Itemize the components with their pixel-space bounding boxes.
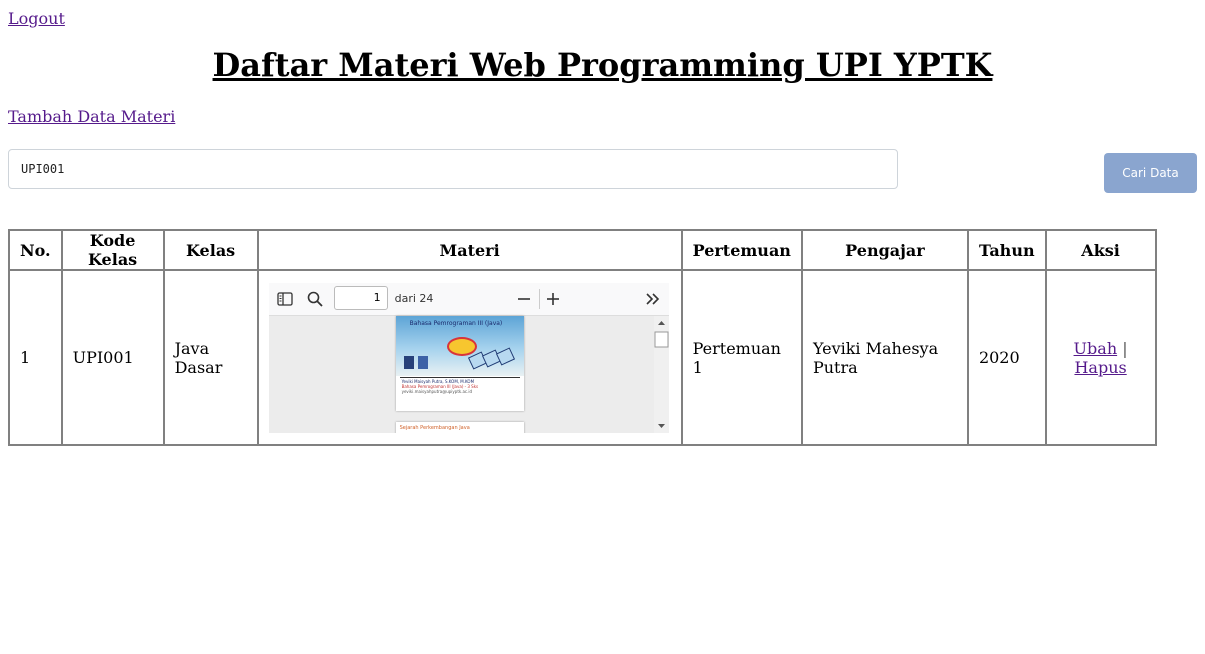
page-number-input[interactable]: 1: [333, 285, 388, 310]
header-no: No.: [9, 230, 62, 270]
computer-icon: [417, 355, 428, 369]
logout-link[interactable]: Logout: [8, 9, 65, 28]
header-kelas: Kelas: [163, 230, 258, 270]
cell-materi: 1 dari 24 Bahasa Pemrograman III (Java) …: [257, 270, 682, 445]
search-button[interactable]: Cari Data: [1104, 153, 1197, 193]
computer-icon: [403, 355, 414, 369]
cell-tahun: 2020: [967, 270, 1046, 445]
materi-table: No. Kode Kelas Kelas Materi Pertemuan Pe…: [8, 229, 1157, 446]
header-aksi: Aksi: [1045, 230, 1156, 270]
header-tahun: Tahun: [967, 230, 1046, 270]
delete-link[interactable]: Hapus: [1074, 358, 1126, 377]
scroll-thumb: [654, 331, 669, 347]
pdf-scrollbar[interactable]: [653, 315, 669, 433]
pdf-toolbar: 1 dari 24: [268, 282, 669, 316]
cell-kode-kelas: UPI001: [61, 270, 164, 445]
table-header-row: No. Kode Kelas Kelas Materi Pertemuan Pe…: [9, 230, 1156, 270]
cell-no: 1: [9, 270, 62, 445]
header-kode-kelas: Kode Kelas: [61, 230, 164, 270]
pdf-page-2-title: Sejarah Perkembangan Java: [399, 424, 470, 431]
add-materi-link[interactable]: Tambah Data Materi: [8, 107, 175, 126]
page-total-label: dari 24: [394, 291, 434, 305]
scroll-down-icon: [657, 423, 665, 428]
search-input[interactable]: [8, 149, 898, 189]
toolbar-divider: [538, 288, 540, 309]
pdf-page-1-email: yeviki.maisyahputra@upiyptk.ac.id: [401, 388, 473, 394]
header-pertemuan: Pertemuan: [681, 230, 802, 270]
zoom-in-icon[interactable]: [546, 289, 560, 309]
edit-link[interactable]: Ubah: [1074, 339, 1118, 358]
cell-kelas: Java Dasar: [163, 270, 258, 445]
pdf-page-2: Sejarah Perkembangan Java: [395, 421, 524, 433]
more-tools-icon[interactable]: [645, 289, 661, 309]
page-title: Daftar Materi Web Programming UPI YPTK: [212, 46, 993, 84]
scroll-up-icon: [657, 320, 665, 325]
header-pengajar: Pengajar: [801, 230, 968, 270]
action-separator: |: [1122, 338, 1128, 358]
logo-icon: [446, 336, 477, 356]
pdf-page-1: Bahasa Pemrograman III (Java) Yeviki Mai…: [395, 315, 524, 411]
cell-pengajar: Yeviki Mahesya Putra: [801, 270, 968, 445]
search-icon[interactable]: [306, 289, 324, 309]
header-materi: Materi: [257, 230, 682, 270]
table-row: 1 UPI001 Java Dasar 1 dari 24 Bahasa Pem…: [9, 270, 1156, 445]
pdf-page-1-title: Bahasa Pemrograman III (Java): [409, 319, 503, 327]
cell-pertemuan: Pertemuan 1: [681, 270, 802, 445]
sidebar-toggle-icon[interactable]: [276, 289, 293, 309]
cell-aksi: Ubah | Hapus: [1045, 270, 1156, 445]
pdf-viewer[interactable]: 1 dari 24 Bahasa Pemrograman III (Java) …: [268, 282, 669, 433]
zoom-out-icon[interactable]: [517, 289, 531, 309]
